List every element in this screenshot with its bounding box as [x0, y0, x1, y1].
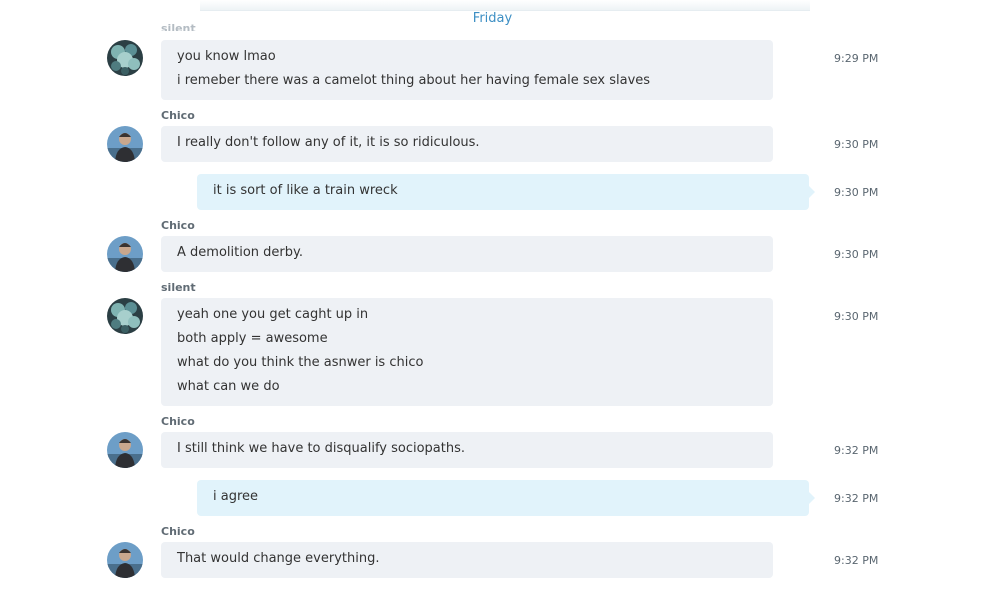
message-bubble[interactable]: you know lmao i remeber there was a came…: [161, 40, 773, 100]
message-text: yeah one you get caght up in: [177, 307, 369, 322]
message-text: That would change everything.: [177, 551, 380, 566]
avatar-chico[interactable]: [107, 432, 143, 468]
message-text: both apply = awesome: [177, 331, 328, 346]
message-time: 9:30 PM: [834, 186, 879, 199]
message-time: 9:32 PM: [834, 554, 879, 567]
outgoing-message-bubble[interactable]: it is sort of like a train wreck: [197, 174, 815, 210]
message-bubble[interactable]: That would change everything.: [161, 542, 773, 578]
message-time: 9:30 PM: [834, 248, 879, 261]
message-time: 9:30 PM: [834, 138, 879, 151]
person-photo-avatar-icon: [107, 126, 143, 162]
cut-off-sender-name: silent: [161, 23, 196, 31]
message-text: i agree: [213, 489, 259, 504]
sender-name: Chico: [161, 525, 195, 538]
person-photo-avatar-icon: [107, 432, 143, 468]
message-time: 9:30 PM: [834, 310, 879, 323]
avatar-silent[interactable]: [107, 40, 143, 76]
message-bubble[interactable]: I still think we have to disqualify soci…: [161, 432, 773, 468]
person-photo-avatar-icon: [107, 542, 143, 578]
message-text: I really don't follow any of it, it is s…: [177, 135, 480, 150]
message-bubble[interactable]: yeah one you get caght up in both apply …: [161, 298, 773, 406]
scroll-edge-fade: [200, 0, 810, 11]
outgoing-message-bubble[interactable]: i agree: [197, 480, 815, 516]
message-time: 9:32 PM: [834, 492, 879, 505]
message-text: it is sort of like a train wreck: [213, 183, 398, 198]
message-text: I still think we have to disqualify soci…: [177, 441, 466, 456]
sender-name: Chico: [161, 415, 195, 428]
message-bubble[interactable]: I really don't follow any of it, it is s…: [161, 126, 773, 162]
sender-name: silent: [161, 281, 196, 294]
avatar-silent[interactable]: [107, 298, 143, 334]
avatar-chico[interactable]: [107, 236, 143, 272]
message-text: what do you think the asnwer is chico: [177, 355, 424, 370]
message-bubble[interactable]: A demolition derby.: [161, 236, 773, 272]
sender-name: Chico: [161, 219, 195, 232]
person-photo-avatar-icon: [107, 236, 143, 272]
sender-name: Chico: [161, 109, 195, 122]
message-text: i remeber there was a camelot thing abou…: [177, 73, 651, 88]
teal-blossom-avatar-icon: [107, 298, 143, 334]
message-text: you know lmao: [177, 49, 276, 64]
message-time: 9:32 PM: [834, 444, 879, 457]
message-text: what can we do: [177, 379, 280, 394]
day-separator: Friday: [472, 11, 513, 26]
message-time: 9:29 PM: [834, 52, 879, 65]
teal-blossom-avatar-icon: [107, 40, 143, 76]
avatar-chico[interactable]: [107, 542, 143, 578]
avatar-chico[interactable]: [107, 126, 143, 162]
message-text: A demolition derby.: [177, 245, 303, 260]
